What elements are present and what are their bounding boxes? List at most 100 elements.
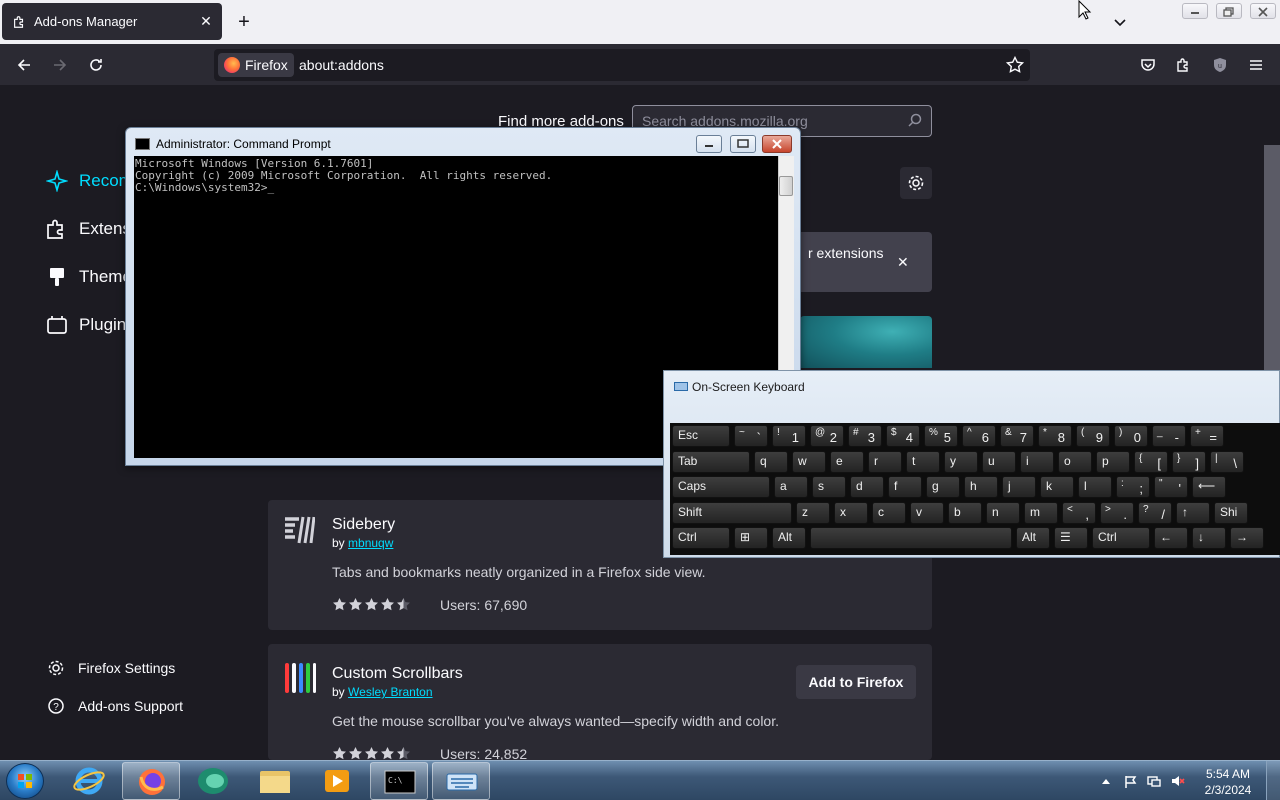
key[interactable]: j <box>1002 476 1036 498</box>
key[interactable]: {[ <box>1134 450 1168 473</box>
key[interactable]: b <box>948 501 982 524</box>
key[interactable]: | \ <box>1210 450 1244 473</box>
key[interactable]: a <box>774 476 808 498</box>
command-prompt-taskbar-button[interactable]: C:\ <box>370 762 428 800</box>
key[interactable]: ^ 6 <box>962 425 996 447</box>
new-tab-button[interactable]: + <box>234 11 254 33</box>
show-desktop-button[interactable] <box>1266 761 1280 800</box>
key[interactable]: " ' <box>1154 476 1188 498</box>
key[interactable]: ↓ <box>1192 527 1226 549</box>
key[interactable]: >. <box>1100 501 1134 524</box>
key[interactable]: q <box>754 450 788 473</box>
on-screen-keyboard-window[interactable]: On-Screen Keyboard Esc ~ `! 1 @2 #3 $4% 5 ^ 6 & 7 * 8… <box>663 370 1280 558</box>
key[interactable]: t <box>906 450 940 473</box>
key[interactable]: }] <box>1172 450 1206 473</box>
addon-name[interactable]: Sidebery <box>332 516 395 534</box>
key[interactable]: Tab <box>672 450 750 473</box>
key[interactable]: ↑ <box>1176 501 1210 524</box>
key[interactable]: ⟵ <box>1192 476 1226 498</box>
file-explorer-taskbar-button[interactable] <box>246 762 304 800</box>
pocket-button[interactable] <box>1135 52 1161 78</box>
key[interactable]: p <box>1096 450 1130 473</box>
network-icon[interactable] <box>1147 774 1161 788</box>
key[interactable]: m <box>1024 501 1058 524</box>
key[interactable]: u <box>982 450 1016 473</box>
close-icon[interactable]: ✕ <box>897 254 909 271</box>
key[interactable]: ~ ` <box>734 425 768 447</box>
key[interactable]: n <box>986 501 1020 524</box>
key[interactable]: <, <box>1062 501 1096 524</box>
on-screen-keyboard-taskbar-button[interactable] <box>432 762 490 800</box>
author-link[interactable]: Wesley Branton <box>348 685 433 699</box>
firefox-taskbar-button[interactable] <box>122 762 180 800</box>
key[interactable]: i <box>1020 450 1054 473</box>
cmd-scrollbar-thumb[interactable] <box>779 176 793 196</box>
forward-button[interactable] <box>47 52 73 78</box>
app-taskbar-button[interactable] <box>184 762 242 800</box>
key[interactable]: @2 <box>810 425 844 447</box>
key[interactable]: y <box>944 450 978 473</box>
key[interactable]: _ - <box>1152 425 1186 447</box>
key[interactable]: f <box>888 476 922 498</box>
cmd-maximize-button[interactable] <box>730 135 756 153</box>
action-center-flag-icon[interactable] <box>1123 774 1137 788</box>
key[interactable]: v <box>910 501 944 524</box>
key[interactable]: $4 <box>886 425 920 447</box>
key[interactable]: Ctrl <box>672 527 730 549</box>
system-clock[interactable]: 5:54 AM 2/3/2024 <box>1196 766 1260 798</box>
ublock-button[interactable]: u <box>1207 52 1233 78</box>
addon-name[interactable]: Custom Scrollbars <box>332 665 463 683</box>
key[interactable]: Alt <box>772 527 806 549</box>
show-hidden-icons-icon[interactable] <box>1099 774 1113 788</box>
add-to-firefox-button[interactable]: Add to Firefox <box>796 665 916 699</box>
key[interactable]: ← <box>1154 527 1188 549</box>
chevron-down-icon[interactable] <box>1112 14 1128 30</box>
key[interactable]: Esc <box>672 425 730 447</box>
key[interactable]: h <box>964 476 998 498</box>
key[interactable]: #3 <box>848 425 882 447</box>
key[interactable]: * 8 <box>1038 425 1072 447</box>
key[interactable]: s <box>812 476 846 498</box>
key[interactable]: d <box>850 476 884 498</box>
key[interactable]: l <box>1078 476 1112 498</box>
firefox-settings-link[interactable]: Firefox Settings <box>47 659 175 677</box>
app-menu-button[interactable] <box>1243 52 1269 78</box>
addons-support-link[interactable]: ? Add-ons Support <box>47 697 183 715</box>
key[interactable]: r <box>868 450 902 473</box>
key[interactable]: ☰ <box>1054 527 1088 549</box>
url-bar[interactable]: Firefox about:addons <box>214 49 1030 81</box>
key[interactable]: Shift <box>672 501 792 524</box>
key[interactable]: z <box>796 501 830 524</box>
extensions-button[interactable] <box>1171 52 1197 78</box>
close-tab-icon[interactable]: ✕ <box>198 13 214 29</box>
key[interactable]: x <box>834 501 868 524</box>
cmd-close-button[interactable] <box>762 135 792 153</box>
key[interactable]: % 5 <box>924 425 958 447</box>
key[interactable]: → <box>1230 527 1264 549</box>
key[interactable]: k <box>1040 476 1074 498</box>
sidebar-item-plugins[interactable]: Plugins <box>46 314 135 336</box>
key[interactable]: Alt <box>1016 527 1050 549</box>
key[interactable]: o <box>1058 450 1092 473</box>
key[interactable]: & 7 <box>1000 425 1034 447</box>
search-icon[interactable] <box>907 113 923 129</box>
key[interactable]: ! 1 <box>772 425 806 447</box>
tab-addons-manager[interactable]: Add-ons Manager ✕ <box>2 3 222 40</box>
minimize-button[interactable] <box>1182 3 1208 19</box>
back-button[interactable] <box>11 52 37 78</box>
media-player-taskbar-button[interactable] <box>308 762 366 800</box>
author-link[interactable]: mbnuqw <box>348 536 393 550</box>
tools-menu-button[interactable] <box>900 167 932 199</box>
key[interactable]: Shi <box>1214 501 1248 524</box>
reload-button[interactable] <box>83 52 109 78</box>
key[interactable]: e <box>830 450 864 473</box>
key[interactable]: Ctrl <box>1092 527 1150 549</box>
key[interactable]: ? / <box>1138 501 1172 524</box>
page-scrollbar-thumb[interactable] <box>1264 145 1280 370</box>
key[interactable]: g <box>926 476 960 498</box>
key[interactable]: :; <box>1116 476 1150 498</box>
bookmark-star-icon[interactable] <box>1006 56 1024 74</box>
key[interactable]: c <box>872 501 906 524</box>
key[interactable]: + = <box>1190 425 1224 447</box>
url-text[interactable]: about:addons <box>299 57 384 73</box>
